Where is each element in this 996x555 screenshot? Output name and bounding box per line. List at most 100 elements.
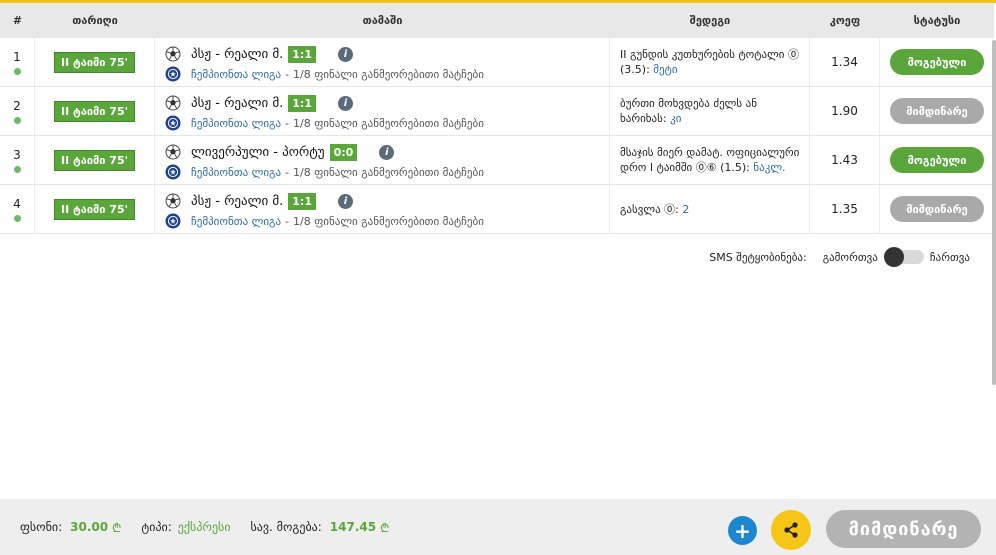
live-dot-icon — [13, 214, 21, 222]
game-league-line: ჩემპიონთა ლიგა - 1/8 ფინალი განმეორებითი… — [165, 65, 609, 83]
event-description: გასვლა ⓪: 2 — [620, 202, 689, 217]
match-score: 1:1 — [288, 94, 316, 112]
bets-table: # თარიღი თამაში შედეგი კოეფ სტატუსი 1 II… — [0, 3, 994, 234]
row-event-cell: II გუნდის კუთხურების ტოტალი ⓪ (3.5): მეტ… — [610, 38, 810, 86]
event-pick: ნაკლ. — [753, 161, 786, 174]
bet-status-button[interactable]: მიმდინარე — [826, 510, 981, 548]
match-teams[interactable]: ლივერპული - პორტუ — [191, 145, 325, 160]
game-league-line: ჩემპიონთა ლიგა - 1/8 ფინალი განმეორებითი… — [165, 163, 609, 181]
event-pick: მეტი — [653, 63, 678, 76]
separator: - — [285, 116, 290, 130]
match-time-badge: II ტაიმი 75' — [54, 51, 135, 73]
row-game-cell: პსჟ - რეალი მ. 1:1 i ჩემპიონთა ლიგა - 1/… — [155, 185, 610, 233]
row-num: 4 — [13, 196, 21, 211]
row-game-cell: ლივერპული - პორტუ 0:0 i ჩემპიონთა ლიგა -… — [155, 136, 610, 184]
row-date-cell: II ტაიმი 75' — [35, 185, 155, 233]
game-teams-line: პსჟ - რეალი მ. 1:1 i — [165, 43, 609, 65]
row-event-cell: გასვლა ⓪: 2 — [610, 185, 810, 233]
scrollbar[interactable] — [992, 40, 996, 385]
table-header: # თარიღი თამაში შედეგი კოეფ სტატუსი — [0, 3, 994, 38]
football-icon — [165, 193, 181, 209]
game-teams-line: პსჟ - რეალი მ. 1:1 i — [165, 190, 609, 212]
share-icon — [784, 522, 798, 538]
bet-slip-page: # თარიღი თამაში შედეგი კოეფ სტატუსი 1 II… — [0, 0, 996, 555]
row-odds-cell: 1.35 — [810, 185, 880, 233]
header-status: სტატუსი — [913, 14, 961, 27]
sms-on-label: ჩართვა — [929, 250, 970, 264]
event-text: II გუნდის კუთხურების ტოტალი ⓪ (3.5): — [620, 48, 799, 76]
champions-league-icon — [165, 164, 181, 180]
status-badge[interactable]: მიმდინარე — [890, 196, 984, 222]
row-odds-cell: 1.90 — [810, 87, 880, 135]
header-num: # — [12, 14, 23, 27]
footer-bar: ფსონი: 30.00 ₾ ტიპი: ექსპრესი სავ. მოგებ… — [0, 499, 996, 555]
add-button[interactable]: + — [728, 516, 757, 545]
row-num-cell: 4 — [0, 185, 35, 233]
row-status-cell: მოგებული — [880, 136, 994, 184]
info-icon[interactable]: i — [337, 193, 353, 209]
status-badge[interactable]: მიმდინარე — [890, 98, 984, 124]
row-num: 2 — [13, 98, 21, 113]
row-odds-cell: 1.43 — [810, 136, 880, 184]
football-icon — [165, 95, 181, 111]
row-event-cell: ბურთი მოხვდება ძელს ან ხარიხას: კი — [610, 87, 810, 135]
plus-icon: + — [734, 518, 751, 543]
match-time-badge: II ტაიმი 75' — [54, 149, 135, 171]
info-icon[interactable]: i — [379, 144, 395, 160]
share-button[interactable] — [771, 510, 811, 550]
league-stage: 1/8 ფინალი განმეორებითი მატჩები — [293, 214, 484, 228]
league-name[interactable]: ჩემპიონთა ლიგა — [191, 215, 281, 228]
odds-value: 1.34 — [831, 55, 858, 69]
live-dot-icon — [13, 116, 21, 124]
league-stage: 1/8 ფინალი განმეორებითი მატჩები — [293, 116, 484, 130]
odds-value: 1.43 — [831, 153, 858, 167]
champions-league-icon — [165, 213, 181, 229]
separator: - — [285, 67, 290, 81]
table-row: 4 II ტაიმი 75' პსჟ - რეალი მ. 1:1 i ჩემპ… — [0, 185, 994, 234]
game-teams-line: პსჟ - რეალი მ. 1:1 i — [165, 92, 609, 114]
type-group: ტიპი: ექსპრესი — [141, 520, 230, 534]
status-badge[interactable]: მოგებული — [890, 147, 984, 173]
row-status-cell: მოგებული — [880, 38, 994, 86]
live-dot-icon — [13, 165, 21, 173]
game-league-line: ჩემპიონთა ლიგა - 1/8 ფინალი განმეორებითი… — [165, 212, 609, 230]
footer-summary: ფსონი: 30.00 ₾ ტიპი: ექსპრესი სავ. მოგებ… — [0, 519, 409, 536]
odds-value: 1.90 — [831, 104, 858, 118]
row-odds-cell: 1.34 — [810, 38, 880, 86]
row-status-cell: მიმდინარე — [880, 185, 994, 233]
sms-label: SMS შეტყობინება: — [709, 250, 807, 264]
row-num: 3 — [13, 147, 21, 162]
row-num-cell: 2 — [0, 87, 35, 135]
row-date-cell: II ტაიმი 75' — [35, 87, 155, 135]
win-group: სავ. მოგება: 147.45 ₾ — [251, 519, 390, 536]
type-value: ექსპრესი — [177, 520, 231, 534]
row-date-cell: II ტაიმი 75' — [35, 38, 155, 86]
header-event: შედეგი — [689, 14, 731, 27]
match-teams[interactable]: პსჟ - რეალი მ. — [191, 47, 283, 62]
league-name[interactable]: ჩემპიონთა ლიგა — [191, 166, 281, 179]
lari-icon: ₾ — [380, 520, 390, 535]
match-teams[interactable]: პსჟ - რეალი მ. — [191, 96, 283, 111]
status-badge[interactable]: მოგებული — [890, 49, 984, 75]
table-row: 2 II ტაიმი 75' პსჟ - რეალი მ. 1:1 i ჩემპ… — [0, 87, 994, 136]
game-teams-line: ლივერპული - პორტუ 0:0 i — [165, 141, 609, 163]
event-pick: 2 — [682, 202, 690, 216]
lari-icon: ₾ — [112, 520, 122, 535]
league-name[interactable]: ჩემპიონთა ლიგა — [191, 117, 281, 130]
header-date: თარიღი — [72, 14, 118, 27]
info-icon[interactable]: i — [337, 95, 353, 111]
sms-notification-row: SMS შეტყობინება: გამორთვა ჩართვა — [0, 243, 994, 271]
table-row: 3 II ტაიმი 75' ლივერპული - პორტუ 0:0 i ჩ… — [0, 136, 994, 185]
league-stage: 1/8 ფინალი განმეორებითი მატჩები — [293, 165, 484, 179]
match-teams[interactable]: პსჟ - რეალი მ. — [191, 194, 283, 209]
league-name[interactable]: ჩემპიონთა ლიგა — [191, 68, 281, 81]
info-icon[interactable]: i — [337, 46, 353, 62]
row-date-cell: II ტაიმი 75' — [35, 136, 155, 184]
header-odds: კოეფ — [829, 14, 861, 27]
table-row: 1 II ტაიმი 75' პსჟ - რეალი მ. 1:1 i ჩემპ… — [0, 38, 994, 87]
sms-toggle[interactable] — [883, 247, 924, 267]
odds-value: 1.35 — [831, 202, 858, 216]
row-game-cell: პსჟ - რეალი მ. 1:1 i ჩემპიონთა ლიგა - 1/… — [155, 38, 610, 86]
event-description: ბურთი მოხვდება ძელს ან ხარიხას: კი — [620, 96, 801, 126]
row-num: 1 — [13, 49, 21, 64]
